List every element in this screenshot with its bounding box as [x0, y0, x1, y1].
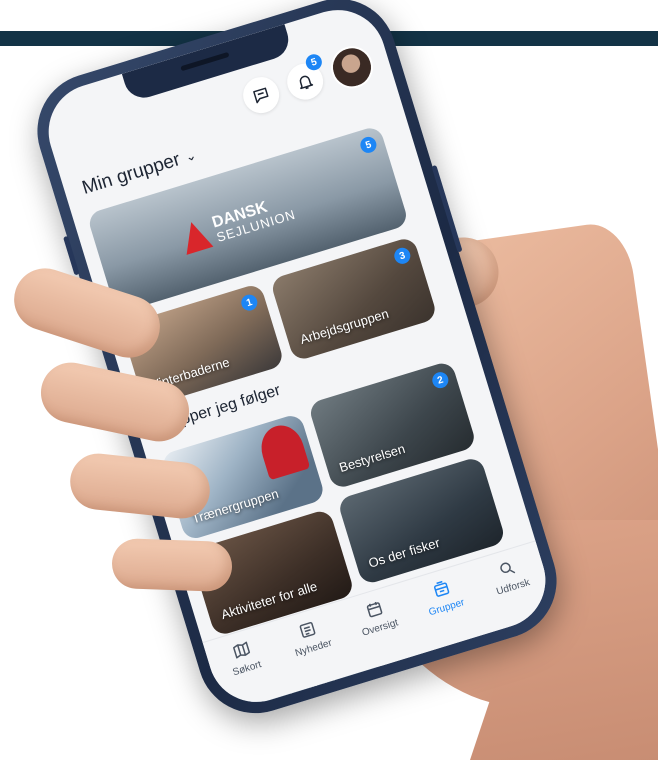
tile-badge: 2 — [430, 370, 451, 391]
nav-label: Nyheder — [293, 637, 334, 660]
tile-label: Arbejdsgruppen — [298, 305, 391, 347]
nav-item-grupper[interactable]: Grupper — [411, 571, 475, 621]
bell-icon — [299, 75, 314, 90]
app-screen: 5 Min grupper ⌄ DANSK SEJLUNION 5 Vinter… — [36, 0, 558, 714]
search-icon — [495, 556, 520, 581]
tile-badge: 5 — [358, 134, 379, 155]
newspaper-icon — [295, 617, 320, 642]
phone-speaker — [180, 51, 230, 72]
nav-item-udforsk[interactable]: Udforsk — [478, 551, 542, 601]
notifications-button[interactable]: 5 — [282, 52, 328, 105]
phone-device: 5 Min grupper ⌄ DANSK SEJLUNION 5 Vinter… — [23, 0, 571, 728]
tile-badge: 1 — [239, 292, 260, 313]
map-icon — [229, 638, 254, 663]
chat-icon — [253, 87, 269, 104]
tile-label: Os der fisker — [366, 534, 442, 571]
tile-label: Bestyrelsen — [337, 440, 407, 476]
nav-item-sokort[interactable]: Søkort — [212, 632, 276, 682]
hand-finger-pinky — [111, 537, 233, 593]
tile-badge: 3 — [392, 245, 413, 266]
chevron-down-icon: ⌄ — [183, 147, 199, 165]
chat-button[interactable] — [238, 72, 284, 118]
nav-item-nyheder[interactable]: Nyheder — [278, 612, 342, 662]
nav-item-oversigt[interactable]: Oversigt — [345, 592, 409, 642]
groups-icon — [429, 577, 454, 602]
calendar-icon — [362, 597, 387, 622]
logo-text: DANSK SEJLUNION — [210, 198, 298, 245]
red-sail-image — [255, 420, 311, 481]
avatar[interactable] — [325, 41, 379, 94]
sail-logo-icon — [177, 217, 214, 255]
dansk-sejlunion-logo: DANSK SEJLUNION — [177, 192, 298, 255]
notifications-badge: 5 — [303, 52, 324, 73]
